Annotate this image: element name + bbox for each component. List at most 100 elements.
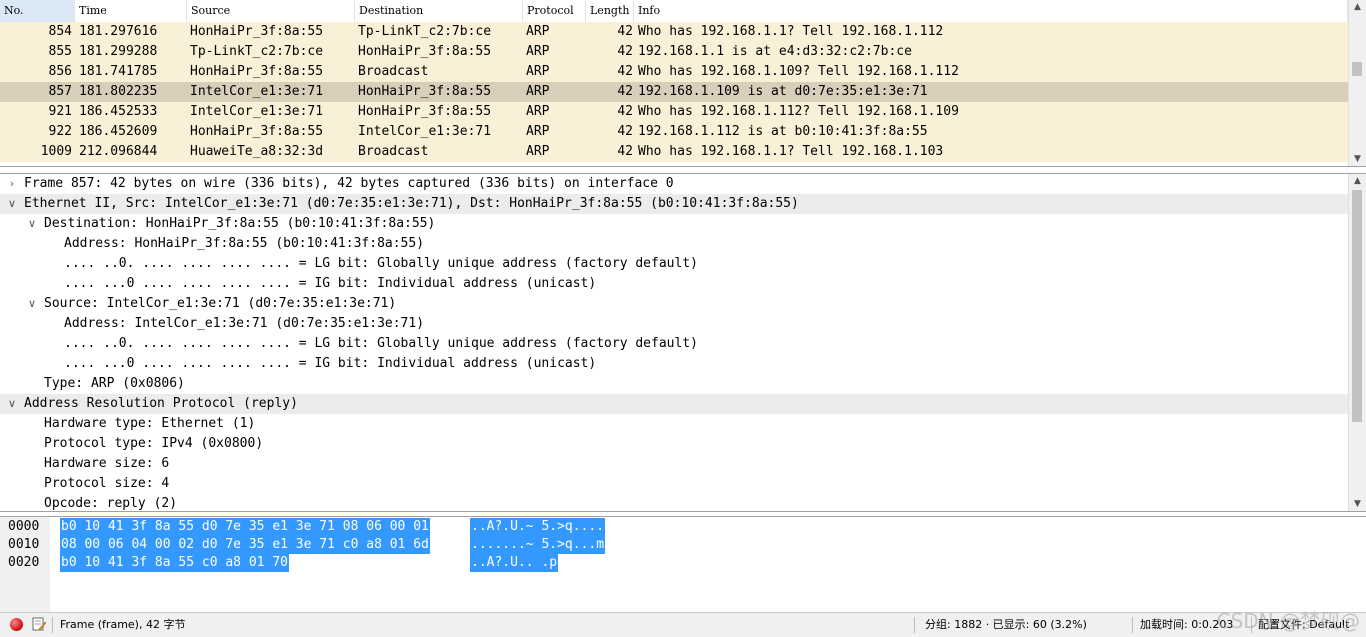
packet-info: Who has 192.168.1.1? Tell 192.168.1.112 (638, 24, 944, 39)
byte-hex[interactable]: b0 10 41 3f 8a 55 d0 7e 35 e1 3e 71 08 0… (60, 518, 430, 536)
detail-tree-item[interactable]: .... ...0 .... .... .... .... = IG bit: … (0, 354, 1348, 374)
packet-row[interactable]: 855 181.299288 Tp-LinkT_c2:7b:ce HonHaiPr_3… (0, 42, 1348, 62)
column-header-destination[interactable]: Destination (355, 0, 523, 22)
packet-time: 181.741785 (79, 64, 158, 79)
scrollbar-thumb[interactable] (1352, 190, 1362, 422)
scrollbar-thumb[interactable] (1352, 62, 1362, 76)
byte-ascii[interactable]: ..A?.U.~ 5.>q.... (470, 518, 606, 536)
expert-info-red-icon[interactable] (10, 618, 23, 631)
detail-tree-item[interactable]: Protocol type: IPv4 (0x0800) (0, 434, 1348, 454)
packet-row[interactable]: 857 181.802235 IntelCor_e1:3e:71 HonHaiPr_3… (0, 82, 1348, 102)
packet-list-scrollbar[interactable]: ▲ ▼ (1348, 0, 1366, 166)
packet-bytes-pane[interactable]: 0000 b0 10 41 3f 8a 55 d0 7e 35 e1 3e 71 … (0, 516, 1366, 613)
scroll-down-arrow-icon[interactable]: ▼ (1349, 152, 1366, 166)
chevron-down-icon[interactable]: ∨ (26, 214, 38, 234)
packet-time: 181.802235 (79, 84, 158, 99)
status-bar: Frame (frame), 42 字节 分组: 1882 · 已显示: 60 … (0, 609, 1366, 637)
packet-source: HonHaiPr_3f:8a:55 (190, 24, 324, 39)
detail-tree-label: .... ..0. .... .... .... .... = LG bit: … (64, 336, 698, 351)
detail-tree-item[interactable]: .... ...0 .... .... .... .... = IG bit: … (0, 274, 1348, 294)
packet-no: 922 (48, 124, 72, 139)
packet-no: 1009 (40, 144, 72, 159)
packet-protocol: ARP (526, 44, 550, 59)
detail-tree-item[interactable]: .... ..0. .... .... .... .... = LG bit: … (0, 254, 1348, 274)
detail-tree-label: Address: IntelCor_e1:3e:71 (d0:7e:35:e1:… (64, 316, 425, 331)
detail-tree-item[interactable]: Hardware size: 6 (0, 454, 1348, 474)
chevron-down-icon[interactable]: ∨ (6, 394, 18, 414)
packet-details-pane[interactable]: › Frame 857: 42 bytes on wire (336 bits),… (0, 173, 1366, 512)
detail-tree-item[interactable]: .... ..0. .... .... .... .... = LG bit: … (0, 334, 1348, 354)
chevron-right-icon[interactable]: › (6, 174, 18, 194)
detail-tree-item[interactable]: Opcode: reply (2) (0, 494, 1348, 511)
packet-length: 42 (617, 124, 633, 139)
scroll-up-arrow-icon[interactable]: ▲ (1349, 0, 1366, 14)
scroll-down-arrow-icon[interactable]: ▼ (1349, 497, 1366, 511)
detail-tree-item[interactable]: › Frame 857: 42 bytes on wire (336 bits),… (0, 174, 1348, 194)
packet-destination: Broadcast (358, 64, 429, 79)
packet-destination: Broadcast (358, 144, 429, 159)
detail-tree-item[interactable]: Hardware type: Ethernet (1) (0, 414, 1348, 434)
status-separator (914, 617, 915, 633)
packet-length: 42 (617, 104, 633, 119)
byte-hex[interactable]: b0 10 41 3f 8a 55 c0 a8 01 70 (60, 554, 289, 572)
detail-tree-label: .... ..0. .... .... .... .... = LG bit: … (64, 256, 698, 271)
packet-protocol: ARP (526, 104, 550, 119)
column-header-info[interactable]: Info (634, 0, 1348, 22)
packet-time: 181.297616 (79, 24, 158, 39)
detail-tree-item[interactable]: Address: HonHaiPr_3f:8a:55 (b0:10:41:3f:… (0, 234, 1348, 254)
detail-tree-item[interactable]: ∨ Source: IntelCor_e1:3e:71 (d0:7e:35:e1:… (0, 294, 1348, 314)
packet-destination: HonHaiPr_3f:8a:55 (358, 104, 492, 119)
detail-tree-label: Hardware type: Ethernet (1) (44, 416, 256, 431)
packet-row[interactable]: 922 186.452609 HonHaiPr_3f:8a:55 IntelCor_e… (0, 122, 1348, 142)
packet-destination: IntelCor_e1:3e:71 (358, 124, 492, 139)
packet-info: 192.168.1.1 is at e4:d3:32:c2:7b:ce (638, 44, 912, 59)
packet-length: 42 (617, 44, 633, 59)
packet-list-header: No. Time Source Destination Protocol Len… (0, 0, 1348, 23)
packet-time: 186.452533 (79, 104, 158, 119)
capture-comment-edit-icon[interactable] (32, 617, 46, 632)
packet-length: 42 (617, 24, 633, 39)
detail-tree-item[interactable]: Address: IntelCor_e1:3e:71 (d0:7e:35:e1:… (0, 314, 1348, 334)
packet-source: IntelCor_e1:3e:71 (190, 84, 324, 99)
column-header-source[interactable]: Source (187, 0, 355, 22)
packet-row[interactable]: 921 186.452533 IntelCor_e1:3e:71 HonHaiPr_3… (0, 102, 1348, 122)
packet-protocol: ARP (526, 84, 550, 99)
packet-source: IntelCor_e1:3e:71 (190, 104, 324, 119)
byte-offset: 0020 (8, 555, 40, 570)
byte-ascii[interactable]: ..A?.U.. .p (470, 554, 559, 572)
packet-source: Tp-LinkT_c2:7b:ce (190, 44, 324, 59)
detail-tree-label: Address Resolution Protocol (reply) (24, 396, 298, 411)
packet-row[interactable]: 856 181.741785 HonHaiPr_3f:8a:55 Broadcast A… (0, 62, 1348, 82)
column-header-no[interactable]: No. (0, 0, 75, 22)
packet-rows: 854 181.297616 HonHaiPr_3f:8a:55 Tp-LinkT_c… (0, 22, 1348, 162)
detail-tree-item[interactable]: ∨ Address Resolution Protocol (reply) (0, 394, 1348, 414)
column-header-time[interactable]: Time (75, 0, 187, 22)
packet-info: Who has 192.168.1.112? Tell 192.168.1.10… (638, 104, 959, 119)
chevron-down-icon[interactable]: ∨ (26, 294, 38, 314)
packet-protocol: ARP (526, 144, 550, 159)
packet-time: 186.452609 (79, 124, 158, 139)
chevron-down-icon[interactable]: ∨ (6, 194, 18, 214)
column-header-protocol[interactable]: Protocol (523, 0, 586, 22)
packet-no: 856 (48, 64, 72, 79)
packet-row[interactable]: 1009 212.096844 HuaweiTe_a8:32:3d Broadcast… (0, 142, 1348, 162)
detail-tree-label: Opcode: reply (2) (44, 496, 178, 511)
packet-length: 42 (617, 64, 633, 79)
detail-tree-item[interactable]: ∨ Destination: HonHaiPr_3f:8a:55 (b0:10:4… (0, 214, 1348, 234)
column-header-length[interactable]: Length (586, 0, 634, 22)
details-scrollbar[interactable]: ▲ ▼ (1348, 174, 1366, 511)
packet-protocol: ARP (526, 124, 550, 139)
byte-hex[interactable]: 08 00 06 04 00 02 d0 7e 35 e1 3e 71 c0 a… (60, 536, 430, 554)
packet-destination: HonHaiPr_3f:8a:55 (358, 44, 492, 59)
detail-tree-item[interactable]: Protocol size: 4 (0, 474, 1348, 494)
byte-offset: 0000 (8, 519, 40, 534)
detail-tree-item[interactable]: ∨ Ethernet II, Src: IntelCor_e1:3e:71 (d0… (0, 194, 1348, 214)
packet-row[interactable]: 854 181.297616 HonHaiPr_3f:8a:55 Tp-LinkT_c… (0, 22, 1348, 42)
packet-protocol: ARP (526, 64, 550, 79)
detail-tree-label: Destination: HonHaiPr_3f:8a:55 (b0:10:41… (44, 216, 436, 231)
packet-list-pane[interactable]: No. Time Source Destination Protocol Len… (0, 0, 1366, 167)
detail-tree-label: Hardware size: 6 (44, 456, 170, 471)
byte-ascii[interactable]: .......~ 5.>q...m (470, 536, 606, 554)
scroll-up-arrow-icon[interactable]: ▲ (1349, 174, 1366, 188)
detail-tree-item[interactable]: Type: ARP (0x0806) (0, 374, 1348, 394)
